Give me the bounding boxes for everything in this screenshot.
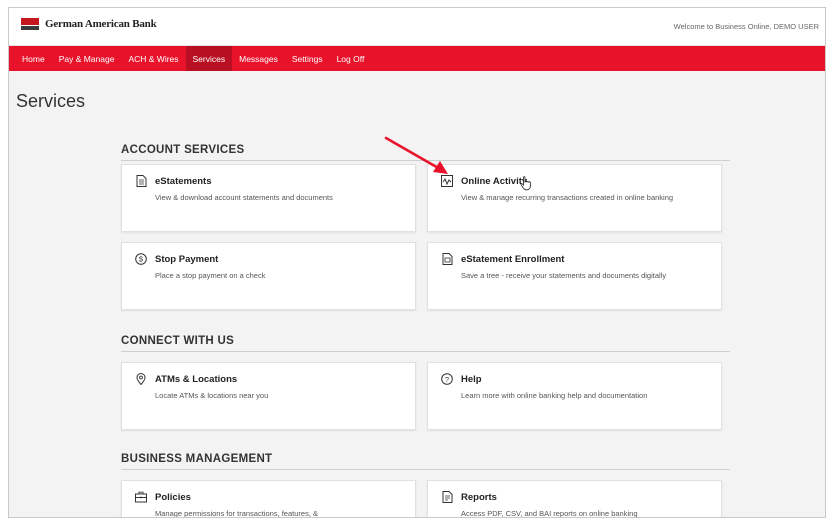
main-content: Services ACCOUNT SERVICES eStatements Vi… — [9, 71, 825, 518]
section-divider — [121, 469, 730, 470]
card-estatement-enrollment[interactable]: eStatement Enrollment Save a tree - rece… — [427, 242, 722, 310]
card-title: eStatements — [155, 175, 212, 187]
card-title: Reports — [461, 491, 497, 503]
card-atms-locations[interactable]: ATMs & Locations Locate ATMs & locations… — [121, 362, 416, 430]
section-title-connect-with-us: CONNECT WITH US — [121, 335, 235, 347]
card-title: Online Activity — [461, 175, 528, 187]
nav-messages[interactable]: Messages — [232, 46, 285, 71]
card-stop-payment[interactable]: $ Stop Payment Place a stop payment on a… — [121, 242, 416, 310]
location-pin-icon — [135, 373, 147, 385]
nav-ach-wires[interactable]: ACH & Wires — [121, 46, 185, 71]
section-title-account-services: ACCOUNT SERVICES — [121, 144, 245, 156]
card-estatements[interactable]: eStatements View & download account stat… — [121, 164, 416, 232]
svg-text:?: ? — [445, 375, 449, 384]
card-description: View & manage recurring transactions cre… — [461, 193, 674, 202]
card-reports[interactable]: Reports Access PDF, CSV, and BAI reports… — [427, 480, 722, 518]
bank-logo[interactable]: German American Bank — [21, 18, 157, 30]
bank-name: German American Bank — [45, 18, 157, 30]
document-icon — [135, 175, 147, 187]
browser-frame: German American Bank Welcome to Business… — [8, 7, 826, 518]
document-enroll-icon — [441, 253, 453, 265]
card-description: Learn more with online banking help and … — [461, 391, 648, 400]
card-description: View & download account statements and d… — [155, 193, 333, 202]
help-circle-icon: ? — [441, 373, 453, 385]
report-icon — [441, 491, 453, 503]
card-title: eStatement Enrollment — [461, 253, 565, 265]
nav-home[interactable]: Home — [15, 46, 52, 71]
card-description: Manage permissions for transactions, fea… — [155, 509, 318, 518]
top-header: German American Bank Welcome to Business… — [9, 8, 825, 46]
annotation-arrow-icon — [384, 136, 448, 174]
card-title: Policies — [155, 491, 191, 503]
section-divider — [121, 351, 730, 352]
card-description: Place a stop payment on a check — [155, 271, 266, 280]
hand-cursor-icon — [520, 176, 531, 191]
card-title: Help — [461, 373, 482, 385]
main-nav: Home Pay & Manage ACH & Wires Services M… — [9, 46, 825, 71]
nav-pay-manage[interactable]: Pay & Manage — [52, 46, 122, 71]
card-policies[interactable]: Policies Manage permissions for transact… — [121, 480, 416, 518]
bank-logo-icon — [21, 18, 39, 30]
card-help[interactable]: ? Help Learn more with online banking he… — [427, 362, 722, 430]
dollar-circle-icon: $ — [135, 253, 147, 265]
card-title: ATMs & Locations — [155, 373, 238, 385]
page-title: Services — [16, 91, 86, 111]
card-online-activity[interactable]: Online Activity View & manage recurring … — [427, 164, 722, 232]
card-description: Save a tree - receive your statements an… — [461, 271, 667, 280]
policies-icon — [135, 491, 147, 503]
nav-settings[interactable]: Settings — [285, 46, 330, 71]
nav-log-off[interactable]: Log Off — [330, 46, 372, 71]
section-title-business-management: BUSINESS MANAGEMENT — [121, 453, 273, 465]
svg-text:$: $ — [139, 255, 144, 264]
card-title: Stop Payment — [155, 253, 219, 265]
card-description: Access PDF, CSV, and BAI reports on onli… — [461, 509, 638, 518]
nav-services[interactable]: Services — [185, 46, 233, 71]
card-description: Locate ATMs & locations near you — [155, 391, 269, 400]
welcome-message: Welcome to Business Online, DEMO USER — [673, 22, 819, 31]
